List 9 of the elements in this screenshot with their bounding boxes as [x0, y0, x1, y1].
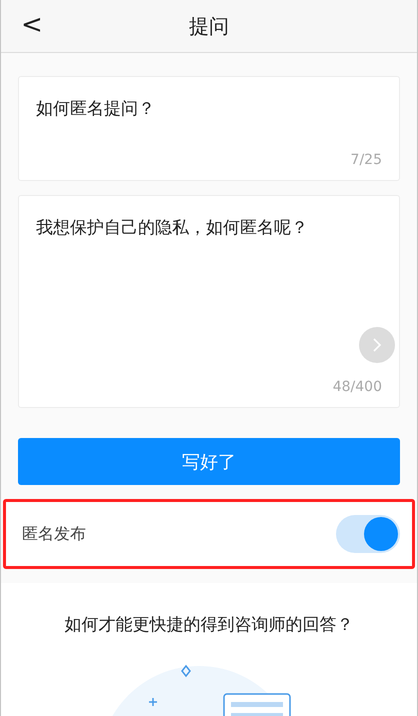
character-count: 7/25	[350, 152, 382, 168]
setting-label: 匿名发布	[22, 524, 86, 544]
description-field[interactable]: 我想保护自己的隐私，如何匿名呢？ 48/400	[18, 195, 400, 408]
back-button[interactable]: <	[21, 12, 43, 38]
character-count: 48/400	[332, 379, 382, 395]
toggle-switch[interactable]	[336, 515, 400, 553]
tips-heading: 如何才能更快捷的得到咨询师的回答？	[64, 614, 354, 636]
page-title: 提问	[189, 12, 229, 40]
question-field[interactable]: 如何匿名提问？ 7/25	[18, 76, 400, 181]
